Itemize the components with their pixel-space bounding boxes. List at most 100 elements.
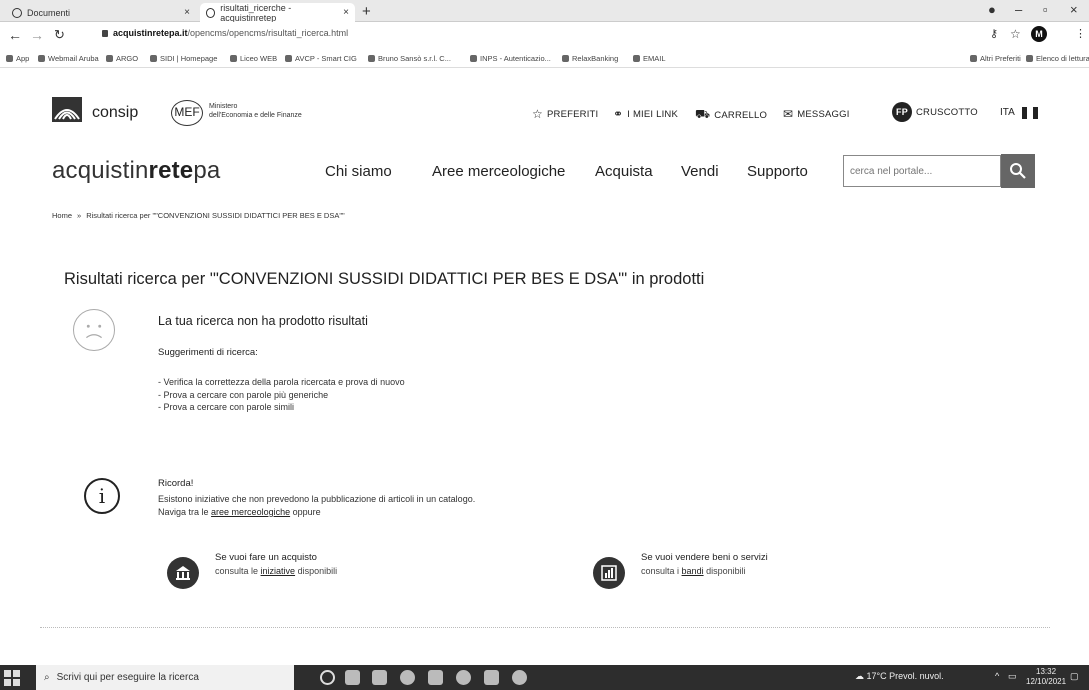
lock-icon	[102, 29, 108, 37]
bookmark-item[interactable]: INPS - Autenticazio...	[470, 54, 551, 63]
bookmark-icon	[38, 55, 45, 62]
bookmark-item[interactable]: Bruno Sansò s.r.l. C...	[368, 54, 451, 63]
cart-icon: ⛟	[695, 107, 711, 121]
taskbar-search[interactable]: ⌕ Scrivi qui per eseguire la ricerca	[36, 665, 294, 690]
url-path: /opencms/opencms/risultati_ricerca.html	[187, 28, 349, 38]
menu-icon[interactable]: ⋮	[1075, 27, 1086, 40]
close-tab-icon[interactable]: ×	[343, 7, 349, 18]
search-icon: ⌕	[44, 672, 50, 683]
star-icon[interactable]: ☆	[1010, 27, 1021, 41]
network-icon[interactable]: ▭	[1008, 671, 1017, 682]
back-icon[interactable]: ←	[8, 27, 22, 43]
bank-icon	[167, 557, 199, 589]
list-item: - Prova a cercare con parole più generic…	[158, 389, 329, 400]
edge-icon[interactable]	[400, 670, 415, 685]
nav-aree-merceologiche[interactable]: Aree merceologiche	[432, 163, 565, 180]
forward-icon[interactable]: →	[30, 27, 44, 43]
globe-icon	[12, 7, 22, 18]
breadcrumb: Home » Risultati ricerca per ""CONVENZIO…	[52, 211, 345, 220]
browser-tab[interactable]: Documenti ×	[6, 3, 196, 22]
file-explorer-icon[interactable]	[372, 670, 387, 685]
app-icon[interactable]	[456, 670, 471, 685]
ricorda-title: Ricorda!	[158, 478, 194, 489]
minimize-icon[interactable]: –	[1015, 2, 1022, 17]
iniziative-link[interactable]: iniziative	[261, 566, 296, 576]
browser-tab-active[interactable]: risultati_ricerche - acquistinretep ×	[200, 2, 355, 23]
reading-list[interactable]: Elenco di lettura	[1026, 54, 1089, 63]
tray-chevron-icon[interactable]: ^	[995, 671, 999, 681]
envelope-icon: ✉	[783, 107, 794, 121]
word-icon[interactable]	[428, 670, 443, 685]
bookmark-icon	[368, 55, 375, 62]
clock[interactable]: 13:32 12/10/2021	[1026, 667, 1066, 687]
maximize-icon[interactable]: ▫	[1043, 2, 1048, 17]
tab-title: risultati_ricerche - acquistinretep	[220, 2, 292, 23]
bandi-link[interactable]: bandi	[682, 566, 704, 576]
bookmark-icon	[230, 55, 237, 62]
folder-icon	[970, 55, 977, 62]
page-title: Risultati ricerca per '"CONVENZIONI SUSS…	[64, 270, 705, 288]
ricorda-text: Esistono iniziative che non prevedono la…	[158, 494, 476, 517]
chrome-icon[interactable]	[512, 670, 527, 685]
buy-text: consulta le iniziative disponibili	[215, 566, 338, 576]
nav-vendi[interactable]: Vendi	[681, 163, 719, 180]
bookmark-item[interactable]: RelaxBanking	[562, 54, 618, 63]
bookmark-folder[interactable]: Altri Preferiti	[970, 54, 1021, 63]
bookmark-icon	[285, 55, 292, 62]
carrello-link[interactable]: ⛟ CARRELLO	[695, 107, 767, 123]
key-icon[interactable]: ⚷	[990, 27, 998, 40]
link-icon: ⚭	[613, 107, 624, 121]
miei-link-link[interactable]: ⚭ I MIEI LINK	[613, 107, 678, 121]
list-item: - Prova a cercare con parole simili	[158, 402, 295, 412]
breadcrumb-separator: »	[77, 211, 82, 220]
chart-icon	[593, 557, 625, 589]
mef-logo[interactable]: MEF	[171, 100, 203, 126]
notification-icon[interactable]: ▢	[1070, 671, 1079, 682]
profile-avatar[interactable]: M	[1031, 26, 1047, 42]
search-input[interactable]	[843, 155, 1001, 187]
bookmark-item[interactable]: ARGO	[106, 54, 138, 63]
buy-title: Se vuoi fare un acquisto	[215, 552, 317, 563]
breadcrumb-home[interactable]: Home	[52, 211, 72, 220]
nav-chi-siamo[interactable]: Chi siamo	[325, 163, 392, 180]
cruscotto-link[interactable]: FP CRUSCOTTO	[892, 102, 978, 122]
list-item: - Verifica la correttezza della parola r…	[158, 377, 405, 387]
bookmark-item[interactable]: App	[6, 54, 29, 63]
site-brand[interactable]: acquistinretepa	[52, 157, 220, 185]
bookmark-item[interactable]: Liceo WEB	[230, 54, 277, 63]
preferiti-link[interactable]: ☆ PREFERITI	[532, 107, 598, 121]
nav-acquista[interactable]: Acquista	[595, 163, 653, 180]
nav-supporto[interactable]: Supporto	[747, 163, 808, 180]
search-button[interactable]	[1001, 154, 1035, 188]
excel-icon[interactable]	[484, 670, 499, 685]
breadcrumb-current: Risultati ricerca per ""CONVENZIONI SUSS…	[86, 211, 345, 220]
new-tab-icon[interactable]: +	[362, 3, 371, 20]
messaggi-link[interactable]: ✉ MESSAGGI	[783, 107, 850, 121]
task-view-icon[interactable]	[345, 670, 360, 685]
consip-logo-text[interactable]: consip	[92, 104, 138, 122]
flag-icon	[1033, 107, 1038, 119]
address-bar: ← → ↻ acquistinretepa.it/opencms/opencms…	[0, 22, 1089, 48]
close-tab-icon[interactable]: ×	[184, 7, 190, 18]
weather-widget[interactable]: ☁ 17°C Prevol. nuvol.	[855, 671, 944, 682]
reload-icon[interactable]: ↻	[54, 27, 65, 43]
url-field[interactable]: acquistinretepa.it/opencms/opencms/risul…	[102, 28, 348, 38]
globe-icon	[206, 7, 216, 18]
consip-logo-icon[interactable]	[52, 97, 82, 122]
mef-name: Ministero dell'Economia e delle Finanze	[209, 103, 302, 119]
cortana-icon[interactable]	[320, 670, 335, 685]
bookmark-item[interactable]: Webmail Aruba	[38, 54, 99, 63]
sell-text: consulta i bandi disponibili	[641, 566, 746, 576]
bookmark-item[interactable]: SIDI | Homepage	[150, 54, 217, 63]
bookmark-item[interactable]: AVCP - Smart CIG	[285, 54, 357, 63]
bookmark-item[interactable]: EMAIL	[633, 54, 666, 63]
bookmark-icon	[633, 55, 640, 62]
suggestions-list: - Verifica la correttezza della parola r…	[158, 376, 405, 414]
aree-merceologiche-link[interactable]: aree merceologiche	[211, 507, 290, 517]
language-selector[interactable]: ITA	[1000, 107, 1015, 118]
search-icon	[1010, 163, 1026, 179]
windows-start-icon[interactable]	[4, 670, 20, 686]
close-window-icon[interactable]: ×	[1070, 2, 1078, 17]
profile-dot-icon[interactable]: ●	[988, 2, 996, 17]
suggestions-title: Suggerimenti di ricerca:	[158, 347, 258, 358]
